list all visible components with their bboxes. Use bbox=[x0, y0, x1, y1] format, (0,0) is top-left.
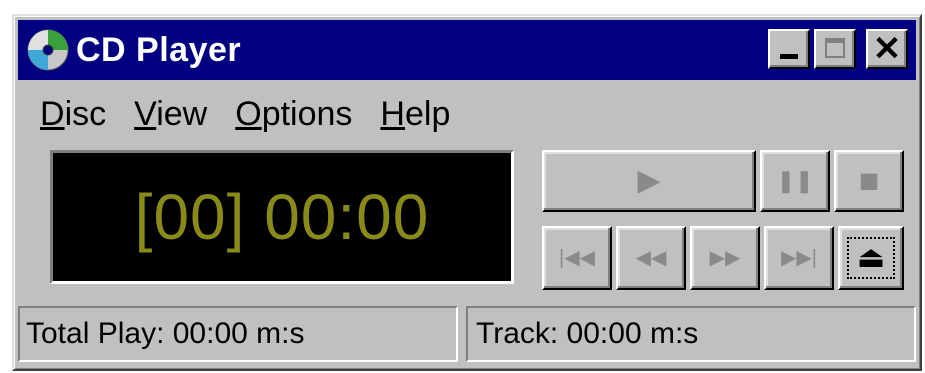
minimize-button[interactable] bbox=[768, 29, 810, 69]
menu-options-label: ptions bbox=[261, 94, 353, 133]
play-button[interactable]: ▶ bbox=[542, 150, 756, 212]
track-time-display[interactable]: [00] 00:00 bbox=[50, 150, 514, 284]
focus-rectangle: ⏏ bbox=[847, 237, 895, 279]
next-track-icon: ▶▶| bbox=[781, 247, 817, 269]
title-bar[interactable]: CD Player ✕ bbox=[18, 20, 916, 80]
pause-icon: ❚❚ bbox=[776, 168, 814, 193]
next-track-button[interactable]: ▶▶| bbox=[764, 226, 834, 290]
status-bar: Total Play: 00:00 m:s Track: 00:00 m:s bbox=[18, 306, 916, 362]
menu-bar: Disc View Options Help bbox=[18, 86, 916, 142]
close-button[interactable]: ✕ bbox=[866, 29, 908, 69]
previous-track-icon: |◀◀ bbox=[559, 247, 595, 269]
menu-disc-mnemonic: D bbox=[40, 94, 65, 133]
total-play-status: Total Play: 00:00 m:s bbox=[18, 306, 458, 362]
window-controls: ✕ bbox=[768, 29, 908, 69]
minimize-icon bbox=[780, 54, 798, 59]
stop-icon: ■ bbox=[858, 162, 880, 200]
skip-backwards-button[interactable]: ◀◀ bbox=[616, 226, 686, 290]
menu-view[interactable]: View bbox=[134, 95, 207, 134]
maximize-button bbox=[814, 29, 856, 69]
play-icon: ▶ bbox=[637, 164, 661, 197]
window-title: CD Player bbox=[76, 30, 242, 69]
menu-disc-label: isc bbox=[64, 94, 107, 133]
track-time-readout: [00] 00:00 bbox=[134, 181, 430, 253]
cd-player-window: CD Player ✕ Disc View Options Help [00] … bbox=[12, 14, 922, 371]
menu-options-mnemonic: O bbox=[235, 94, 262, 133]
menu-help-mnemonic: H bbox=[380, 94, 405, 133]
menu-options[interactable]: Options bbox=[235, 95, 352, 134]
stop-button[interactable]: ■ bbox=[834, 150, 904, 212]
eject-icon: ⏏ bbox=[856, 241, 886, 274]
menu-help-label: elp bbox=[404, 94, 451, 133]
menu-help[interactable]: Help bbox=[380, 95, 450, 134]
previous-track-button[interactable]: |◀◀ bbox=[542, 226, 612, 290]
maximize-icon bbox=[825, 38, 845, 58]
menu-disc[interactable]: Disc bbox=[40, 95, 106, 134]
cd-icon bbox=[27, 29, 69, 71]
track-status: Track: 00:00 m:s bbox=[466, 306, 916, 362]
skip-backwards-icon: ◀◀ bbox=[635, 247, 667, 269]
pause-button[interactable]: ❚❚ bbox=[760, 150, 830, 212]
skip-forwards-icon: ▶▶ bbox=[709, 247, 741, 269]
menu-view-mnemonic: V bbox=[134, 94, 157, 133]
close-icon: ✕ bbox=[872, 30, 902, 68]
menu-view-label: iew bbox=[156, 94, 208, 133]
skip-forwards-button[interactable]: ▶▶ bbox=[690, 226, 760, 290]
eject-button[interactable]: ⏏ bbox=[838, 226, 904, 290]
